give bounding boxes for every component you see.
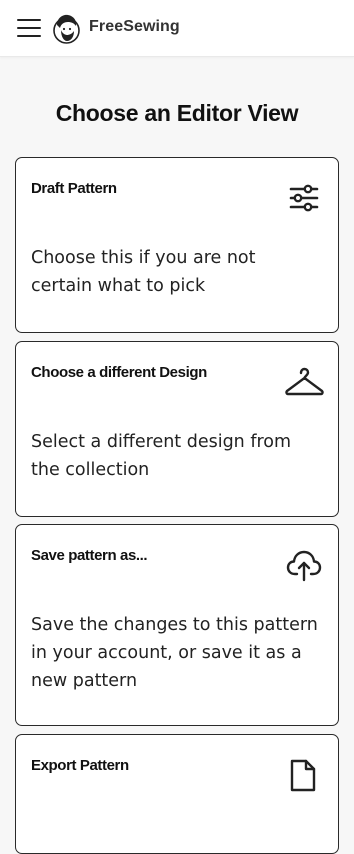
- card-description: Choose this if you are not certain what …: [31, 248, 256, 296]
- hamburger-menu-button[interactable]: [17, 17, 41, 39]
- document-export-icon: [290, 759, 316, 792]
- hamburger-menu-icon: [17, 19, 41, 21]
- card-description: Save the changes to this pattern in your…: [31, 615, 318, 691]
- freesewing-logo-icon: [53, 14, 80, 44]
- page-title: Choose an Editor View: [55, 100, 299, 126]
- card-title: Save pattern as...: [31, 547, 148, 564]
- cloud-upload-icon: [286, 550, 322, 582]
- brand-name[interactable]: FreeSewing: [89, 18, 180, 36]
- card-title: Export Pattern: [31, 757, 129, 774]
- top-navbar: FreeSewing: [0, 0, 354, 57]
- sliders-icon: [289, 184, 319, 212]
- card-title: Draft Pattern: [31, 180, 117, 197]
- choose-design-card[interactable]: Choose a different Design Select a diffe…: [15, 341, 339, 517]
- draft-pattern-card[interactable]: Draft Pattern Choose this if you are not…: [15, 157, 339, 333]
- hanger-icon: [285, 367, 324, 396]
- card-description: Select a different design from the colle…: [31, 432, 292, 480]
- export-pattern-card[interactable]: Export Pattern: [15, 734, 339, 854]
- card-title: Choose a different Design: [31, 364, 207, 381]
- save-pattern-card[interactable]: Save pattern as... Save the changes to t…: [15, 524, 339, 726]
